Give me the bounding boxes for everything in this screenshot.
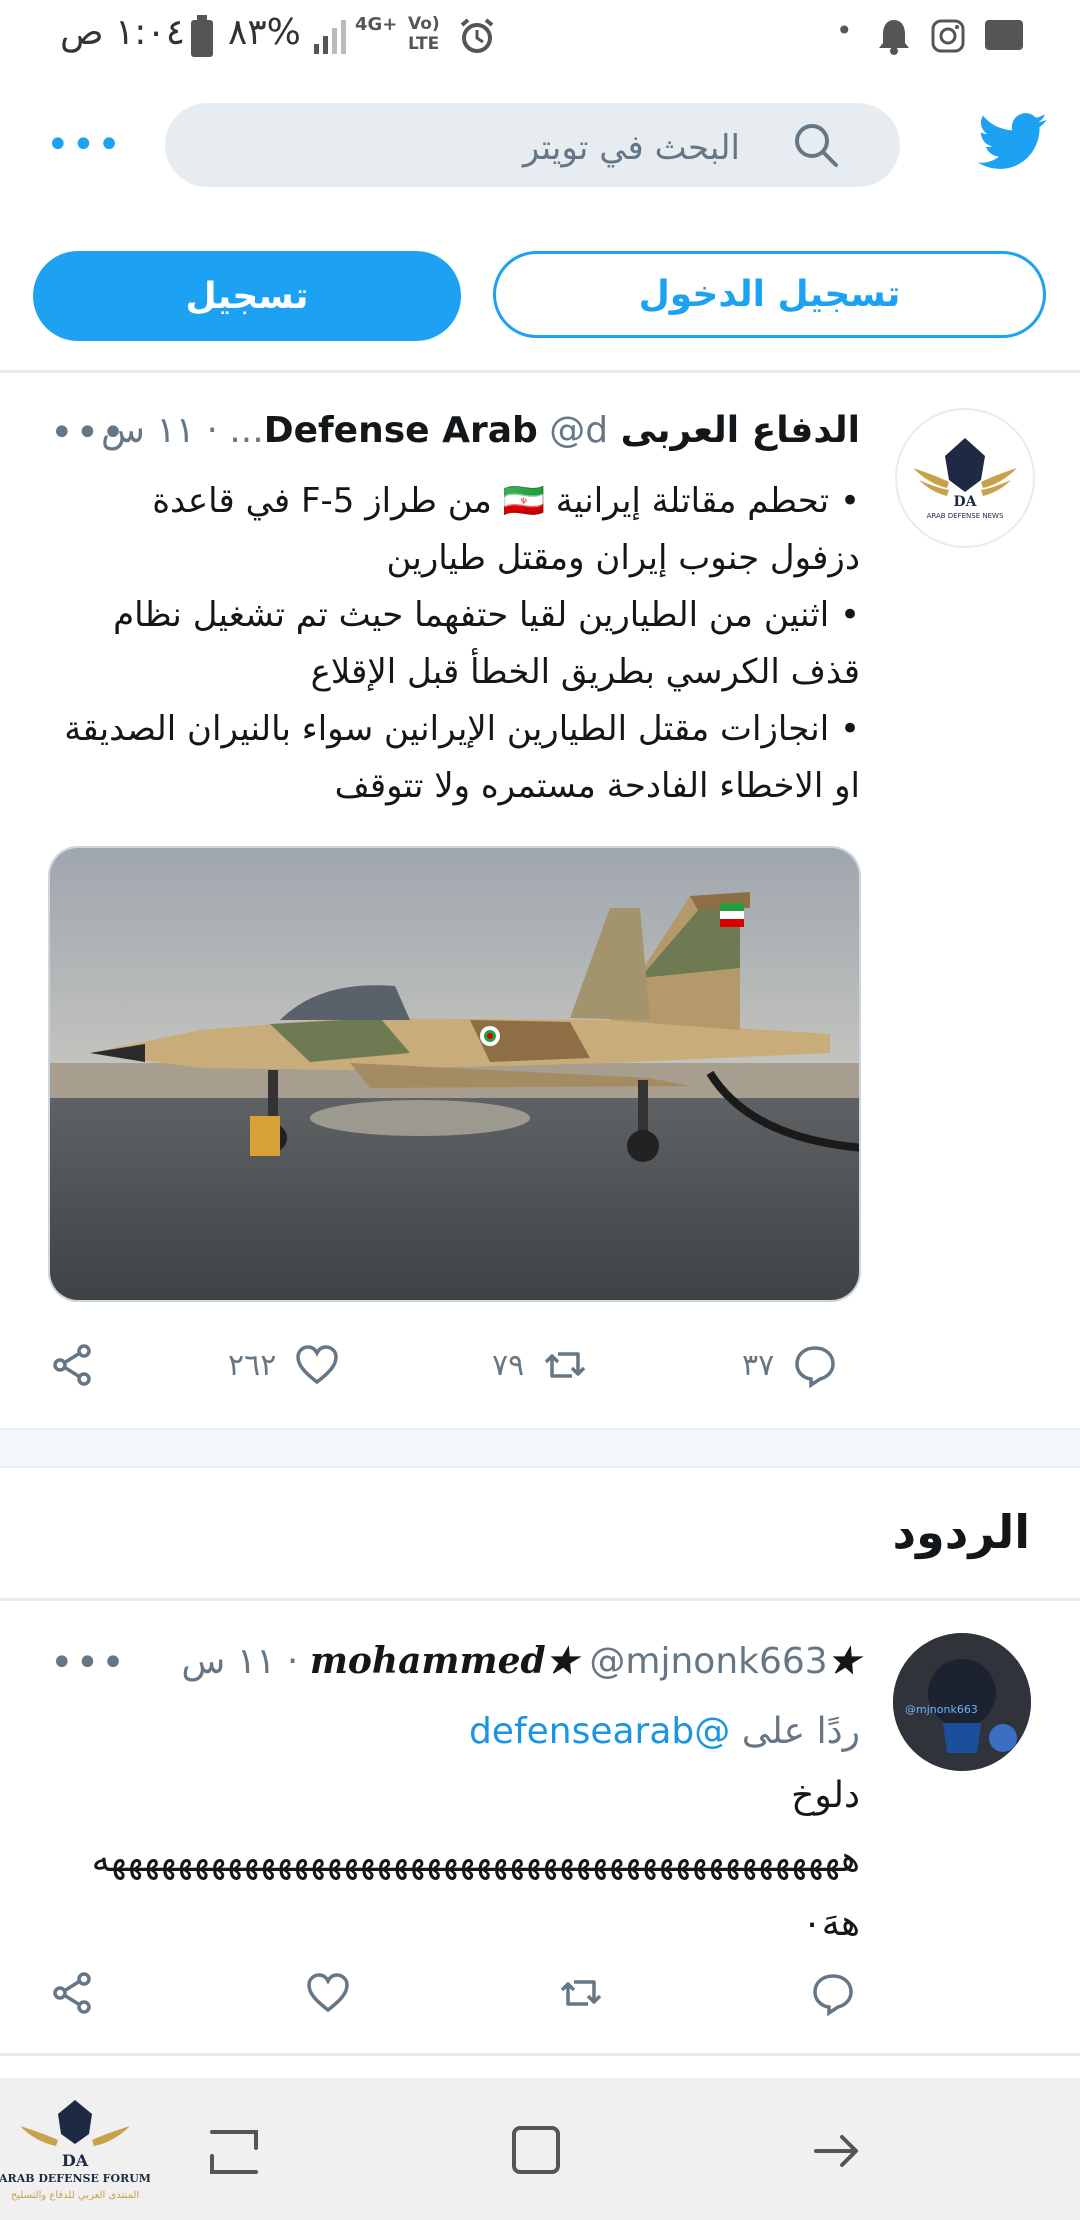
reply-more-icon[interactable]: ••• xyxy=(50,1640,127,1686)
overflow-menu-icon[interactable]: ••• xyxy=(46,122,123,168)
logo-caption: ARAB DEFENSE NEWS xyxy=(927,512,1004,520)
clock: ١:٠٤ ص xyxy=(60,12,186,53)
replies-heading: الردود xyxy=(892,1505,1030,1559)
battery-percent: %٨٣ xyxy=(228,12,301,53)
tweet-more-icon[interactable]: ••• xyxy=(50,410,127,456)
search-icon xyxy=(795,124,838,167)
reply-text-1: دلوخ xyxy=(791,1775,860,1816)
tweet-image[interactable] xyxy=(48,846,861,1302)
tweet-line-2: • اثنين من الطيارين لقيا حتفهما حيث تم ت… xyxy=(113,595,860,692)
forum-watermark-logo: DA ARAB DEFENSE FORUM المنتدى العربي للد… xyxy=(0,2100,150,2201)
like-action[interactable]: ٢٦٢ xyxy=(228,1342,340,1388)
reply-avatar[interactable]: @mjnonk663 xyxy=(893,1633,1031,1771)
tweet-line-3: • انجازات مقتل الطيارين الإيرانين سواء ب… xyxy=(64,709,860,806)
heart-icon[interactable] xyxy=(305,1970,351,2016)
share-icon[interactable] xyxy=(50,1970,96,2016)
reply-text-3: ههَ٠ xyxy=(802,1903,860,1944)
reply-count: ٣٧ xyxy=(742,1347,775,1383)
watermark-mark: DA xyxy=(62,2151,89,2170)
logo-mark: DA xyxy=(953,494,977,510)
reply-action[interactable]: ٣٧ xyxy=(742,1342,838,1388)
reply-header: ★mohammed★ @mjnonk663 · ١١ س xyxy=(181,1640,860,1682)
reply-icon[interactable] xyxy=(810,1970,856,2016)
network-type: 4G+ xyxy=(355,14,398,35)
divider xyxy=(0,2053,1080,2056)
reply-body: ردًا على @defensearab دلوخ ههههههههههههه… xyxy=(40,1700,860,1956)
share-icon[interactable] xyxy=(50,1342,96,1388)
back-arrow-icon[interactable] xyxy=(812,2126,862,2176)
alarm-icon xyxy=(460,18,494,53)
retweet-icon xyxy=(544,1352,586,1378)
retweet-icon[interactable] xyxy=(558,1970,604,2016)
replying-handle-link[interactable]: @defensearab xyxy=(469,1711,730,1752)
tweet-body: • تحطم مقاتلة إيرانية 🇮🇷 من طراز F-5 في … xyxy=(60,473,860,815)
login-button[interactable]: تسجيل الدخول xyxy=(493,251,1046,338)
battery-icon xyxy=(191,15,213,57)
reply-text-2: هههههههههههههههههههههههههههههههههههههههه… xyxy=(91,1839,860,1880)
gmail-icon xyxy=(985,20,1023,50)
retweet-count: ٧٩ xyxy=(492,1347,525,1383)
watermark-line-2: المنتدى العربي للدفاع والتسليح xyxy=(11,2190,139,2201)
section-separator xyxy=(0,1428,1080,1468)
retweet-action[interactable]: ٧٩ xyxy=(492,1342,588,1388)
like-count: ٢٦٢ xyxy=(228,1347,277,1383)
reply-icon xyxy=(795,1346,835,1388)
fighter-jet-photo xyxy=(50,848,859,1300)
reply-time[interactable]: ١١ س xyxy=(181,1641,275,1682)
signup-button[interactable]: تسجيل xyxy=(33,251,461,341)
watermark-line-1: ARAB DEFENSE FORUM xyxy=(0,2172,150,2185)
divider xyxy=(0,1598,1080,1601)
avatar-handle-text: @mjnonk663 xyxy=(905,1703,978,1716)
status-dot: • xyxy=(836,14,853,47)
status-bar: • Vo) LTE 4G+ %٨٣ ١:٠٤ ص xyxy=(0,0,1080,75)
recent-apps-icon[interactable] xyxy=(208,2126,260,2178)
twitter-bird-icon[interactable] xyxy=(978,112,1048,172)
tweet-header: الدفاع العربى Defense Arab @d... · ١١ س xyxy=(100,410,860,451)
divider xyxy=(0,370,1080,373)
replying-prefix: ردًا على xyxy=(741,1711,860,1752)
signal-icon xyxy=(314,20,346,54)
home-square-icon[interactable] xyxy=(510,2124,562,2176)
search-input[interactable]: البحث في تويتر xyxy=(523,128,740,168)
volte-indicator: Vo) LTE xyxy=(408,14,440,54)
avatar[interactable]: DA ARAB DEFENSE NEWS xyxy=(895,408,1035,548)
instagram-icon xyxy=(931,19,965,53)
reply-avatar-image: @mjnonk663 xyxy=(893,1633,1031,1771)
reply-author-handle[interactable]: @mjnonk663 xyxy=(589,1641,827,1682)
defense-arab-logo-icon: DA ARAB DEFENSE NEWS xyxy=(913,438,1017,520)
heart-icon xyxy=(296,1345,339,1385)
notification-bell-icon xyxy=(879,20,909,55)
replying-to: ردًا على @defensearab xyxy=(40,1700,860,1764)
system-nav-bar: DA ARAB DEFENSE FORUM المنتدى العربي للد… xyxy=(0,2078,1080,2220)
tweet-line-1: • تحطم مقاتلة إيرانية 🇮🇷 من طراز F-5 في … xyxy=(152,481,860,578)
